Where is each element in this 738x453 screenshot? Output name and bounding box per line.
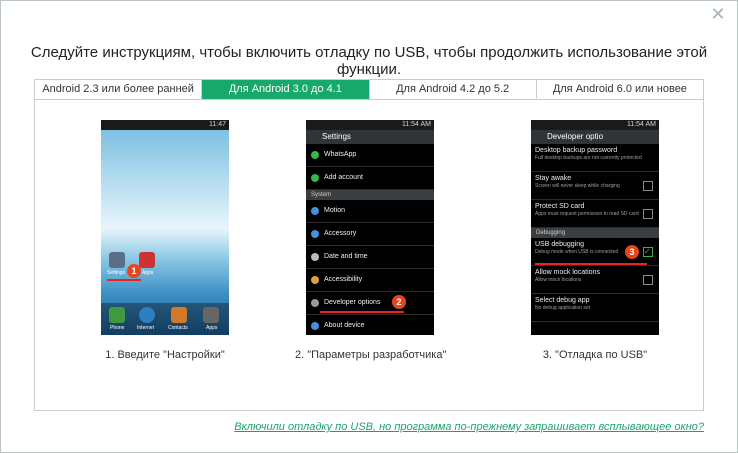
list-item-label: Add account: [324, 174, 363, 181]
list-item: Select debug app No debug application set: [531, 294, 659, 322]
step-2-screenshot: 11:54 AM Settings WhatsApp Add account S…: [306, 120, 434, 335]
settings-app-label: Settings: [107, 270, 126, 276]
apps-label: Apps: [142, 270, 154, 276]
developer-icon: [311, 299, 319, 307]
list-item-label: Motion: [324, 207, 346, 214]
settings-app-icon: [109, 252, 125, 268]
list-item-developer-options: Developer options 2: [306, 292, 434, 315]
step-2-caption: 2. "Параметры разработчика": [295, 349, 447, 361]
list-item: Stay awake Screen will never sleep while …: [531, 172, 659, 200]
step-1-caption: 1. Введите "Настройки": [105, 349, 225, 361]
info-icon: [311, 322, 319, 330]
motion-icon: [311, 207, 319, 215]
list-item: WhatsApp: [306, 144, 434, 167]
item-subtitle: Apps must request permission to read SD …: [535, 211, 639, 217]
checkbox-icon: [643, 275, 653, 285]
tab-android-4-2-5-2[interactable]: Для Android 4.2 до 5.2: [370, 80, 537, 99]
status-bar: 11:47: [101, 120, 229, 130]
section-header: Debugging: [531, 228, 659, 238]
item-subtitle: Allow mock locations: [535, 277, 582, 283]
home-screen: Settings Apps 1 Phone Internet Contacts …: [101, 130, 229, 335]
add-icon: [311, 174, 319, 182]
contacts-icon: [171, 307, 187, 323]
help-link[interactable]: Включили отладку по USB, но программа по…: [234, 421, 704, 433]
apps-grid-label: Apps: [206, 325, 218, 331]
usb-debug-dialog: ✕ Следуйте инструкциям, чтобы включить о…: [0, 0, 738, 453]
item-subtitle: No debug application set: [535, 305, 591, 311]
accessory-icon: [311, 230, 319, 238]
checkbox-icon: [643, 209, 653, 219]
list-item: Date and time: [306, 246, 434, 269]
tab-android-6-0[interactable]: Для Android 6.0 или новее: [537, 80, 703, 99]
step-badge: 3: [625, 245, 639, 259]
instructions-panel: 11:47 Settings Apps 1 Phone Internet Con…: [34, 99, 704, 411]
step-3-screenshot: 11:54 AM Developer optio Desktop backup …: [531, 120, 659, 335]
tab-android-2-3[interactable]: Android 2.3 или более ранней: [35, 80, 203, 99]
clock-icon: [311, 253, 319, 261]
tab-android-3-0-4-1[interactable]: Для Android 3.0 до 4.1: [202, 80, 370, 99]
item-title: Allow mock locations: [535, 269, 600, 276]
list-item: Desktop backup password Full desktop back…: [531, 144, 659, 172]
close-icon[interactable]: ✕: [709, 5, 727, 23]
list-item: Protect SD card Apps must request permiss…: [531, 200, 659, 228]
step-3: 11:54 AM Developer optio Desktop backup …: [520, 120, 670, 361]
internet-label: Internet: [137, 325, 154, 331]
list-item-label: Date and time: [324, 253, 368, 260]
status-bar: 11:54 AM: [306, 120, 434, 130]
status-bar: 11:54 AM: [531, 120, 659, 130]
step-badge: 1: [127, 264, 141, 278]
item-title: Desktop backup password: [535, 147, 618, 154]
phone-label: Phone: [110, 325, 125, 331]
checked-icon: ✓: [643, 247, 653, 257]
list-item-usb-debugging: USB debugging Debug mode when USB is conn…: [531, 238, 659, 266]
list-item: Motion: [306, 200, 434, 223]
item-subtitle: Screen will never sleep while charging: [535, 183, 620, 189]
list-item-label: About device: [324, 322, 365, 329]
list-item-label: WhatsApp: [324, 151, 357, 158]
apps-icon: [139, 252, 155, 268]
highlight-underline: [320, 311, 404, 313]
list-item: Accessibility: [306, 269, 434, 292]
step-1: 11:47 Settings Apps 1 Phone Internet Con…: [90, 120, 240, 361]
list-item-label: Developer options: [324, 299, 381, 306]
developer-options-title: Developer optio: [531, 130, 659, 144]
step-1-screenshot: 11:47 Settings Apps 1 Phone Internet Con…: [101, 120, 229, 335]
apps-grid-icon: [203, 307, 219, 323]
settings-list: Settings WhatsApp Add account System Mot…: [306, 130, 434, 335]
list-item-label: Accessory: [324, 230, 357, 237]
section-header: System: [306, 190, 434, 200]
phone-icon: [109, 307, 125, 323]
list-item: Accessory: [306, 223, 434, 246]
internet-icon: [139, 307, 155, 323]
item-title: Stay awake: [535, 175, 572, 182]
item-title: Select debug app: [535, 297, 590, 304]
contacts-label: Contacts: [168, 325, 188, 331]
highlight-underline: [535, 263, 647, 265]
step-badge: 2: [392, 295, 406, 309]
item-title: Protect SD card: [535, 203, 585, 210]
item-subtitle: Full desktop backups are not currently p…: [535, 155, 642, 161]
list-item: Add account: [306, 167, 434, 190]
dock: Phone Internet Contacts Apps: [101, 303, 229, 335]
step-3-caption: 3. "Отладка по USB": [542, 349, 648, 361]
developer-options-list: Developer optio Desktop backup password F…: [531, 130, 659, 335]
list-item: About device: [306, 315, 434, 335]
settings-title: Settings: [306, 130, 434, 144]
list-item: Allow mock locations Allow mock locations: [531, 266, 659, 294]
dialog-heading: Следуйте инструкциям, чтобы включить отл…: [30, 44, 708, 78]
accessibility-icon: [311, 276, 319, 284]
step-2: 11:54 AM Settings WhatsApp Add account S…: [295, 120, 447, 361]
checkbox-icon: [643, 181, 653, 191]
highlight-underline: [107, 279, 141, 281]
whatsapp-icon: [311, 151, 319, 159]
list-item-label: Accessibility: [324, 276, 363, 283]
android-version-tabs: Android 2.3 или более ранней Для Android…: [34, 79, 704, 100]
